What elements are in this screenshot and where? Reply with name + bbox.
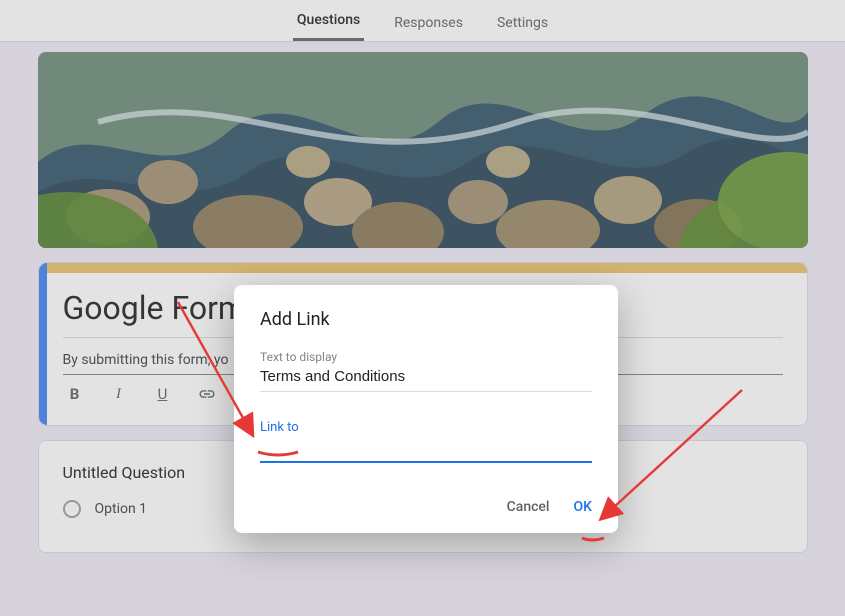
link-to-label: Link to: [260, 420, 592, 435]
dialog-actions: Cancel OK: [260, 499, 592, 515]
tabbar: Questions Responses Settings: [0, 0, 845, 42]
question-option-label: Option 1: [95, 501, 148, 517]
link-to-input[interactable]: [260, 435, 592, 463]
bold-icon[interactable]: B: [65, 385, 85, 403]
cancel-button[interactable]: Cancel: [507, 499, 550, 515]
text-to-display-input[interactable]: [260, 364, 592, 392]
dialog-title: Add Link: [260, 309, 592, 330]
form-header-image: [38, 52, 808, 248]
radio-icon: [63, 500, 81, 518]
tab-responses[interactable]: Responses: [390, 3, 467, 41]
italic-icon[interactable]: I: [109, 386, 129, 403]
add-link-dialog: Add Link Text to display Link to Cancel …: [234, 285, 618, 533]
link-icon[interactable]: [197, 385, 217, 403]
ok-button[interactable]: OK: [574, 499, 593, 515]
tab-settings[interactable]: Settings: [493, 3, 552, 41]
text-to-display-label: Text to display: [260, 350, 592, 364]
tab-questions[interactable]: Questions: [293, 0, 364, 41]
underline-icon[interactable]: U: [153, 385, 173, 403]
